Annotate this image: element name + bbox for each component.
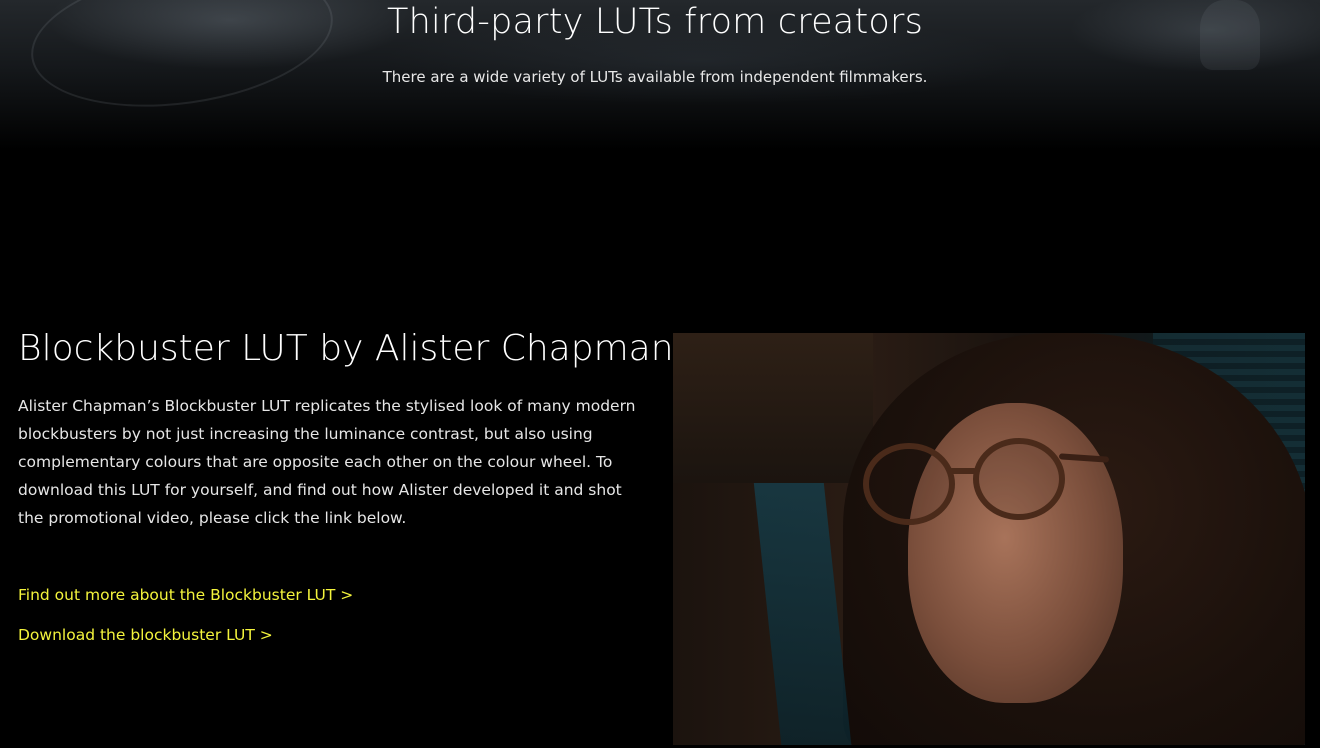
page: Third-party LUTs from creators There are… [0, 0, 1320, 748]
photo-background-shelf [673, 333, 873, 483]
glasses-right-lens [973, 438, 1065, 520]
feature-image [673, 333, 1305, 745]
glasses-bridge [949, 468, 977, 474]
feature-description: Alister Chapman’s Blockbuster LUT replic… [18, 397, 636, 527]
section-subtitle: There are a wide variety of LUTs availab… [382, 68, 928, 86]
find-out-more-link[interactable]: Find out more about the Blockbuster LUT … [18, 586, 353, 604]
photo-monitor-glow [753, 483, 853, 745]
feature-title: Blockbuster LUT by Alister Chapman [18, 328, 674, 369]
glasses-left-lens [863, 443, 955, 525]
section-title: Third-party LUTs from creators [386, 2, 924, 42]
download-lut-link[interactable]: Download the blockbuster LUT > [18, 626, 273, 644]
